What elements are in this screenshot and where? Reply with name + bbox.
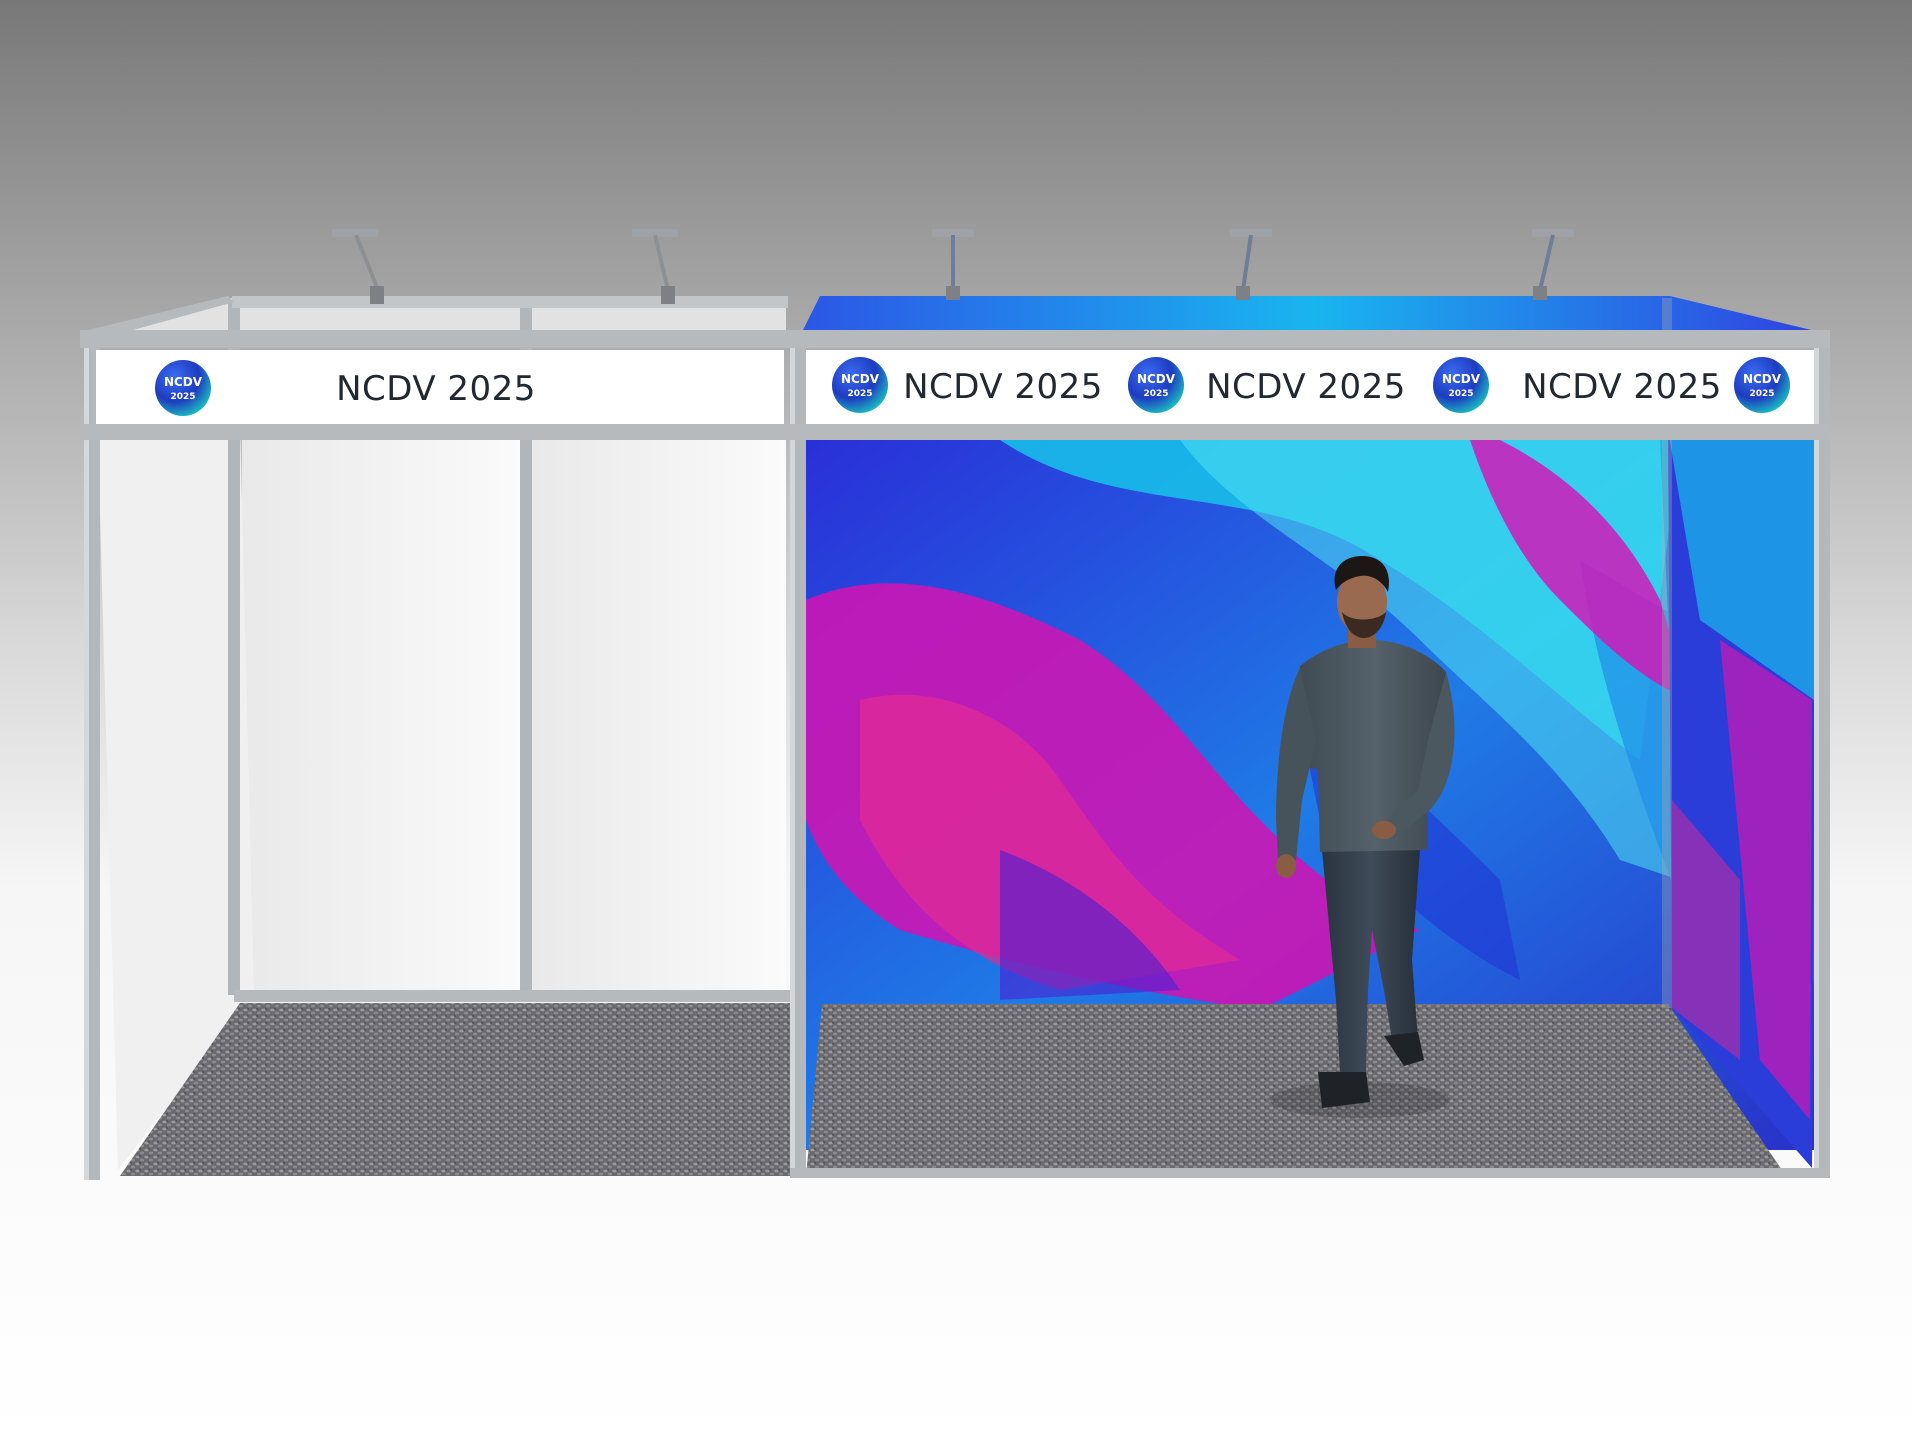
right-fascia-text-2: NCDV 2025 xyxy=(1206,367,1406,407)
svg-text:2025: 2025 xyxy=(1448,389,1473,399)
svg-text:2025: 2025 xyxy=(170,392,195,402)
left-fascia-logo: NCDV 2025 xyxy=(155,360,211,416)
right-fascia-logo-2: NCDV 2025 xyxy=(1128,357,1184,413)
left-booth: NCDV 2025 NCDV 2025 xyxy=(80,229,798,1180)
svg-text:NCDV: NCDV xyxy=(164,375,203,389)
right-fascia-logo-4: NCDV 2025 xyxy=(1734,357,1790,413)
exhibition-booth-render: NCDV 2025 NCDV 2025 NCDV 2025 NCDV 2025 … xyxy=(0,0,1912,1434)
svg-text:NCDV: NCDV xyxy=(1442,372,1481,386)
svg-text:NCDV: NCDV xyxy=(1743,372,1782,386)
svg-text:NCDV: NCDV xyxy=(841,372,880,386)
right-booth: NCDV 2025 NCDV 2025 NCDV 2025 NCDV 2025 … xyxy=(790,229,1830,1178)
left-fascia-text: NCDV 2025 xyxy=(336,369,536,409)
svg-text:2025: 2025 xyxy=(847,389,872,399)
right-fascia-text-3: NCDV 2025 xyxy=(1522,367,1722,407)
right-fascia-logo-3: NCDV 2025 xyxy=(1433,357,1489,413)
left-back-panel-1 xyxy=(242,430,524,990)
right-fascia-text-1: NCDV 2025 xyxy=(903,367,1103,407)
right-fascia-logo-1: NCDV 2025 xyxy=(832,357,888,413)
svg-text:NCDV: NCDV xyxy=(1137,372,1176,386)
left-back-panel-2 xyxy=(532,430,786,990)
svg-text:2025: 2025 xyxy=(1143,389,1168,399)
svg-text:2025: 2025 xyxy=(1749,389,1774,399)
